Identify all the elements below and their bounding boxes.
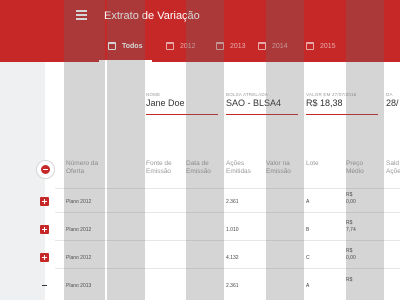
table-cell-shares: 4.132 bbox=[226, 255, 239, 261]
field-value-valor: R$ 18,38 bbox=[306, 98, 343, 108]
field-label-data: Da bbox=[386, 92, 393, 97]
calendar-icon bbox=[166, 42, 174, 50]
collapse-row-button[interactable] bbox=[40, 281, 49, 290]
tab-label: 2015 bbox=[320, 43, 336, 50]
table-cell-shares: 2.361 bbox=[226, 283, 239, 289]
field-label-nome: Nome bbox=[146, 92, 161, 97]
field-label-bolsa: Bolsa atrelada bbox=[226, 92, 268, 97]
expand-row-button[interactable] bbox=[40, 225, 49, 234]
column-guide bbox=[346, 0, 384, 300]
column-header-shares: Ações Emitidas bbox=[226, 160, 251, 175]
field-value-data: 28/ bbox=[386, 98, 399, 108]
expand-row-button[interactable] bbox=[40, 253, 49, 262]
table-cell-lot: A bbox=[306, 199, 310, 205]
tab-label: 2013 bbox=[230, 43, 246, 50]
column-guide bbox=[107, 0, 145, 300]
column-header-lot: Lote bbox=[306, 160, 319, 167]
column-guide bbox=[266, 0, 304, 300]
column-header-source: Fonte de Emissão bbox=[146, 160, 172, 175]
expand-row-button[interactable] bbox=[40, 197, 49, 206]
table-cell-lot: A bbox=[306, 283, 310, 289]
column-guide bbox=[64, 0, 105, 300]
table-cell-lot: B bbox=[306, 227, 310, 233]
calendar-icon bbox=[258, 42, 266, 50]
minus-icon bbox=[41, 165, 50, 174]
tab-2015[interactable]: 2015 bbox=[306, 42, 336, 62]
table-cell-shares: 1.010 bbox=[226, 227, 239, 233]
table-cell-shares: 2.361 bbox=[226, 199, 239, 205]
table-cell-lot: C bbox=[306, 255, 310, 261]
column-guide bbox=[186, 0, 224, 300]
column-header-balance: Sald Açõe bbox=[386, 160, 400, 175]
collapse-all-button[interactable] bbox=[36, 160, 55, 179]
field-value-nome: Jane Doe bbox=[146, 98, 185, 108]
calendar-icon bbox=[306, 42, 314, 50]
